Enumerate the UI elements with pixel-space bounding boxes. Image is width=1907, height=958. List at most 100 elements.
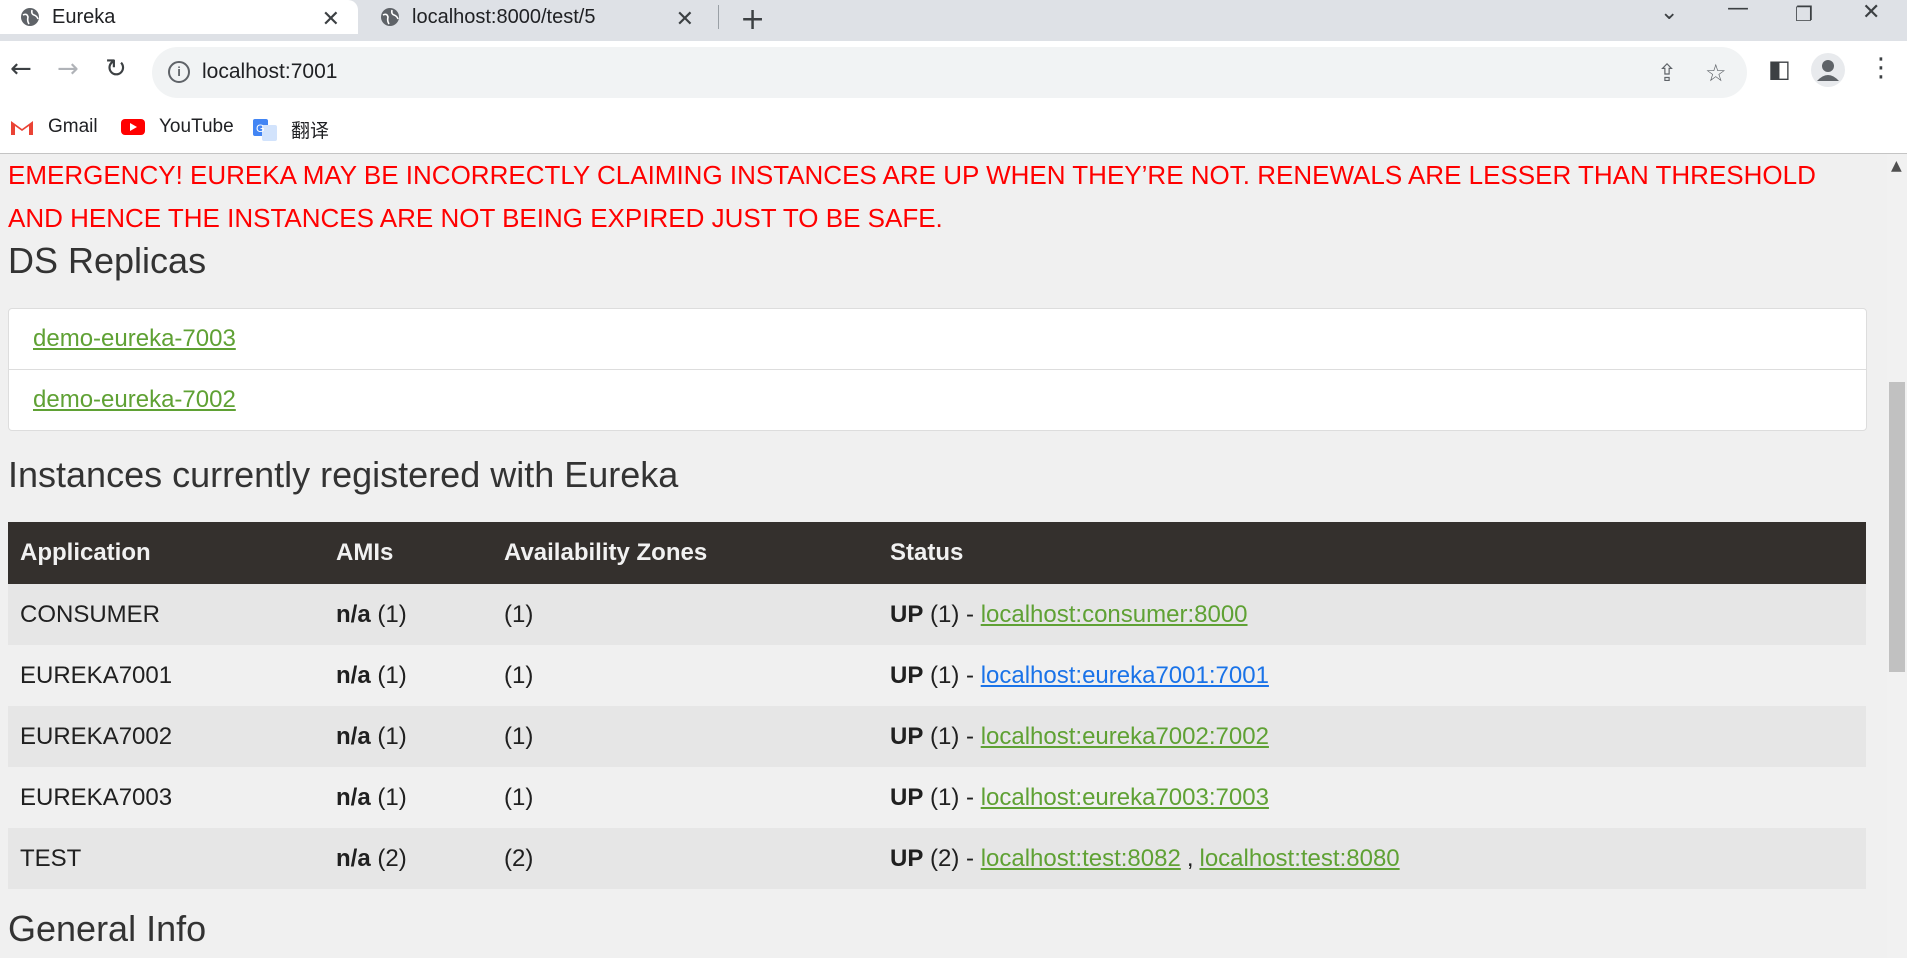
ami-value: n/a <box>336 600 371 628</box>
status-count: (1) - <box>930 783 975 811</box>
zones-cell: (2) <box>492 828 878 889</box>
instance-link[interactable]: localhost:eureka7001:7001 <box>981 662 1269 689</box>
scroll-thumb[interactable] <box>1889 382 1905 672</box>
zones-cell: (1) <box>492 767 878 828</box>
instance-link[interactable]: localhost:eureka7002:7002 <box>981 723 1269 750</box>
globe-icon <box>21 8 39 26</box>
zones-cell: (1) <box>492 645 878 706</box>
close-tab-icon[interactable]: ✕ <box>322 6 340 32</box>
reload-icon[interactable]: ↻ <box>105 54 127 84</box>
replica-link[interactable]: demo-eureka-7003 <box>33 325 236 352</box>
minimize-icon[interactable]: — <box>1727 0 1749 21</box>
ami-count: (1) <box>377 661 407 689</box>
column-header: AMIs <box>324 522 492 584</box>
status-value: UP <box>890 600 924 628</box>
tab-title: localhost:8000/test/5 <box>412 5 596 28</box>
ami-value: n/a <box>336 783 371 811</box>
emergency-warning: EMERGENCY! EUREKA MAY BE INCORRECTLY CLA… <box>8 160 1816 233</box>
tab-strip: Eureka ✕ localhost:8000/test/5 ✕ + ⌄ — ❐… <box>0 0 1907 41</box>
page-scrollbar[interactable]: ▲ <box>1887 154 1907 958</box>
tab-search-icon[interactable]: ⌄ <box>1660 0 1678 25</box>
scroll-up-arrow-icon[interactable]: ▲ <box>1891 158 1902 174</box>
address-bar[interactable]: i localhost:7001 ⇪ ☆ <box>152 47 1747 98</box>
ami-cell: n/a (2) <box>324 828 492 889</box>
close-tab-icon[interactable]: ✕ <box>676 6 694 32</box>
bookmarks-bar: Gmail YouTube G 翻译 <box>0 104 1907 154</box>
side-panel-icon[interactable]: ◧ <box>1768 55 1791 83</box>
link-separator: , <box>1186 844 1194 872</box>
ami-cell: n/a (1) <box>324 767 492 828</box>
ami-count: (1) <box>377 600 407 628</box>
status-count: (1) - <box>930 722 975 750</box>
instances-heading: Instances currently registered with Eure… <box>8 454 679 495</box>
table-header-row: Application AMIs Availability Zones Stat… <box>8 522 1866 584</box>
list-item: demo-eureka-7002 <box>9 370 1866 430</box>
new-tab-button[interactable]: + <box>740 2 765 37</box>
bookmark-gmail[interactable]: Gmail <box>10 116 98 138</box>
table-row: EUREKA7003 n/a (1) (1) UP (1) - localhos… <box>8 767 1866 828</box>
app-name: EUREKA7001 <box>8 645 324 706</box>
profile-avatar-icon[interactable] <box>1811 53 1845 87</box>
globe-icon <box>381 8 399 26</box>
gmail-icon <box>11 121 33 135</box>
status-value: UP <box>890 783 924 811</box>
status-count: (1) - <box>930 661 975 689</box>
ami-count: (1) <box>377 722 407 750</box>
ami-cell: n/a (1) <box>324 706 492 767</box>
app-name: EUREKA7002 <box>8 706 324 767</box>
column-header: Application <box>8 522 324 584</box>
app-name: CONSUMER <box>8 584 324 645</box>
ami-cell: n/a (1) <box>324 584 492 645</box>
ami-value: n/a <box>336 722 371 750</box>
replica-link[interactable]: demo-eureka-7002 <box>33 386 236 413</box>
status-cell: UP (1) - localhost:eureka7003:7003 <box>878 767 1866 828</box>
instance-link[interactable]: localhost:test:8080 <box>1200 845 1400 872</box>
status-value: UP <box>890 844 924 872</box>
close-window-icon[interactable]: ✕ <box>1862 0 1880 25</box>
tab-title: Eureka <box>52 5 116 28</box>
status-value: UP <box>890 722 924 750</box>
page-content: EMERGENCY! EUREKA MAY BE INCORRECTLY CLA… <box>0 154 1887 958</box>
bookmark-label: 翻译 <box>291 121 330 142</box>
app-name: EUREKA7003 <box>8 767 324 828</box>
bookmark-label: YouTube <box>159 116 234 137</box>
translate-icon: G <box>253 118 277 141</box>
ami-value: n/a <box>336 661 371 689</box>
status-cell: UP (1) - localhost:consumer:8000 <box>878 584 1866 645</box>
status-count: (1) - <box>930 600 975 628</box>
svg-text:G: G <box>256 123 265 135</box>
address-text[interactable]: localhost:7001 <box>202 60 337 84</box>
status-cell: UP (1) - localhost:eureka7002:7002 <box>878 706 1866 767</box>
bookmark-star-icon[interactable]: ☆ <box>1705 59 1727 87</box>
instance-link[interactable]: localhost:eureka7003:7003 <box>981 784 1269 811</box>
bookmark-translate[interactable]: G 翻译 <box>253 116 329 143</box>
general-info-heading: General Info <box>8 908 207 949</box>
instance-link[interactable]: localhost:consumer:8000 <box>981 601 1248 628</box>
table-row: EUREKA7001 n/a (1) (1) UP (1) - localhos… <box>8 645 1866 706</box>
share-icon[interactable]: ⇪ <box>1657 59 1677 87</box>
status-cell: UP (1) - localhost:eureka7001:7001 <box>878 645 1866 706</box>
zones-cell: (1) <box>492 584 878 645</box>
table-row: CONSUMER n/a (1) (1) UP (1) - localhost:… <box>8 584 1866 645</box>
tab-eureka[interactable]: Eureka ✕ <box>0 0 358 34</box>
back-icon[interactable]: ← <box>10 54 32 84</box>
ami-count: (2) <box>377 844 407 872</box>
tab-separator <box>718 5 719 29</box>
zones-cell: (1) <box>492 706 878 767</box>
forward-icon[interactable]: → <box>57 54 79 84</box>
app-name: TEST <box>8 828 324 889</box>
restore-icon[interactable]: ❐ <box>1795 2 1813 26</box>
youtube-icon <box>121 119 145 135</box>
site-info-icon[interactable]: i <box>168 61 190 83</box>
column-header: Status <box>878 522 1866 584</box>
table-row: TEST n/a (2) (2) UP (2) - localhost:test… <box>8 828 1866 889</box>
bookmark-youtube[interactable]: YouTube <box>121 116 234 138</box>
tab-localhost-8000[interactable]: localhost:8000/test/5 ✕ <box>362 0 712 34</box>
status-cell: UP (2) - localhost:test:8082, localhost:t… <box>878 828 1866 889</box>
instance-link[interactable]: localhost:test:8082 <box>981 845 1181 872</box>
ami-value: n/a <box>336 844 371 872</box>
status-count: (2) - <box>930 844 975 872</box>
instances-table: Application AMIs Availability Zones Stat… <box>8 522 1866 889</box>
replicas-heading: DS Replicas <box>8 240 207 281</box>
menu-icon[interactable]: ⋮ <box>1868 53 1894 83</box>
